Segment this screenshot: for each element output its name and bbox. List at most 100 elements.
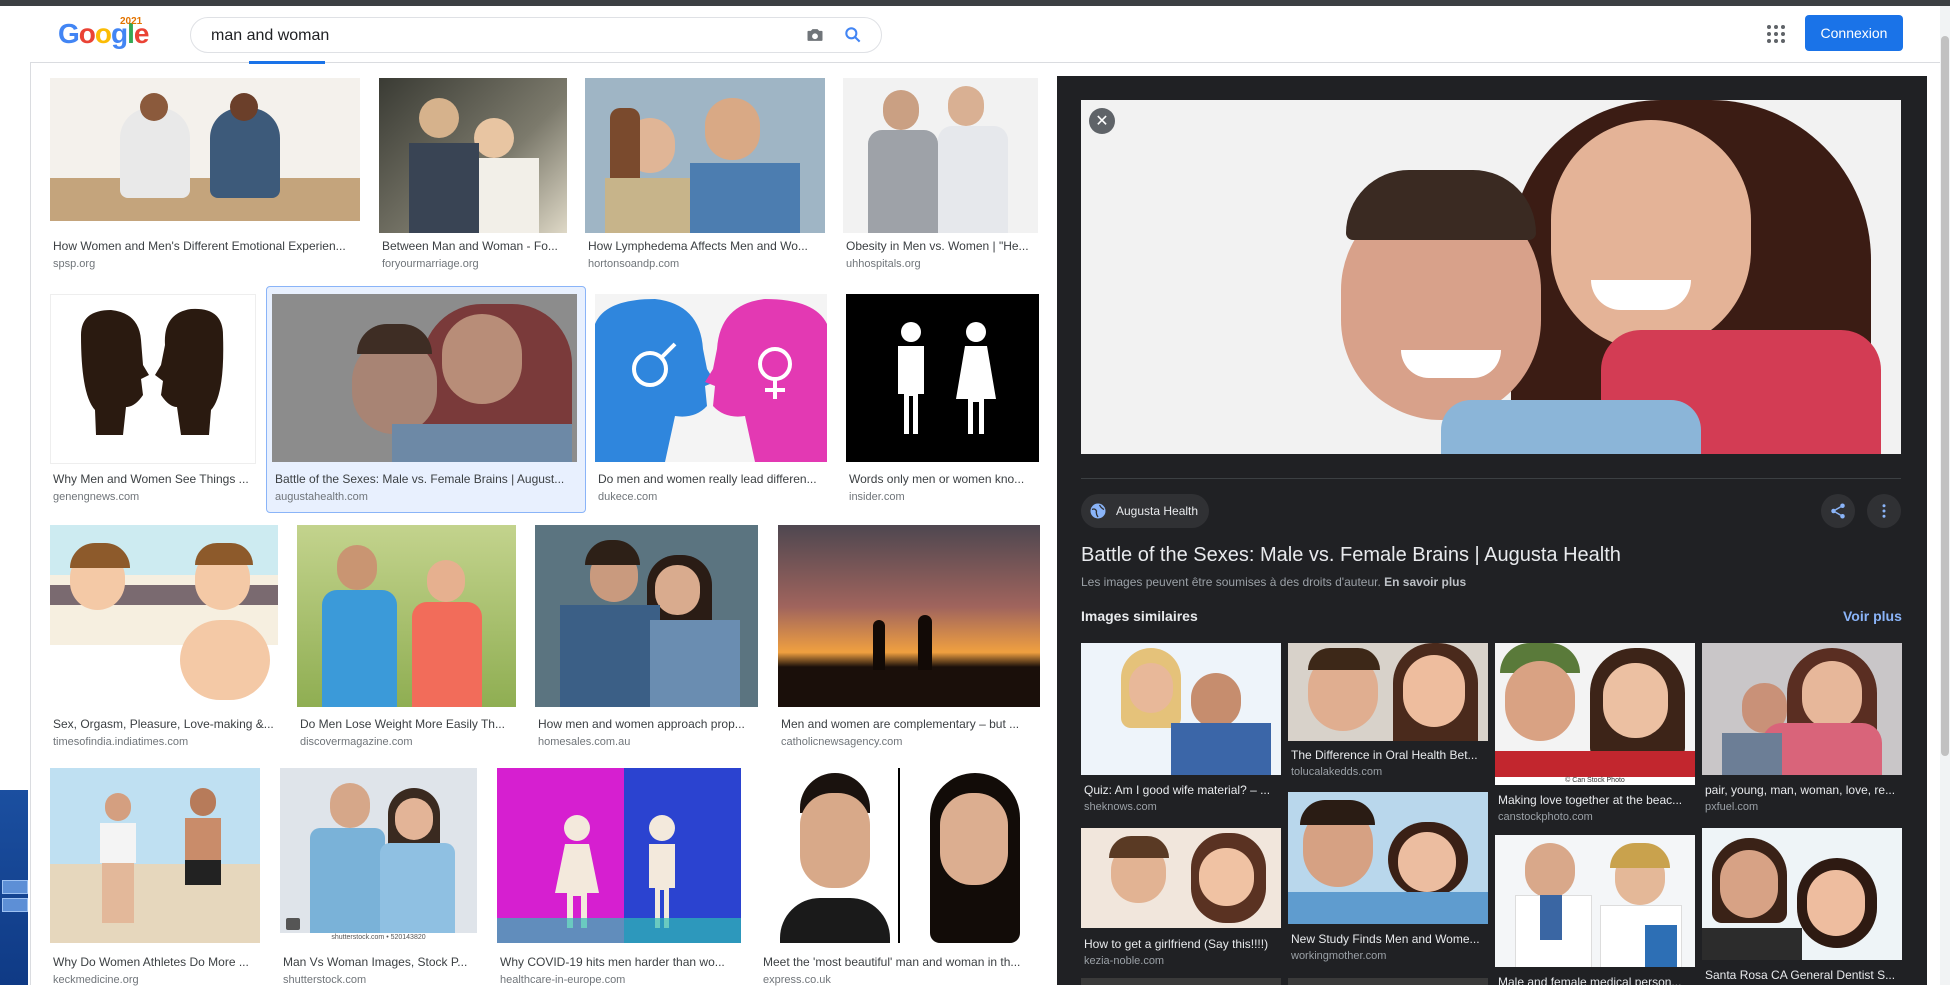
result-source[interactable]: catholicnewsagency.com — [781, 736, 1039, 748]
next-similar-thumbnail[interactable] — [1081, 978, 1281, 985]
result-source[interactable]: foryourmarriage.org — [382, 258, 565, 270]
similar-image-tile[interactable]: pair, young, man, woman, love, re... pxf… — [1702, 643, 1902, 813]
camera-icon[interactable] — [805, 25, 825, 45]
similar-thumbnail[interactable] — [1081, 828, 1281, 928]
similar-thumbnail[interactable] — [1288, 643, 1488, 741]
result-tile[interactable]: shutterstock.com • 520143820 Man Vs Woma… — [280, 768, 477, 986]
result-tile[interactable]: Why COVID-19 hits men harder than wo... … — [497, 768, 741, 986]
preview-title[interactable]: Battle of the Sexes: Male vs. Female Bra… — [1081, 544, 1621, 567]
result-tile[interactable]: How men and women approach prop... homes… — [535, 525, 758, 748]
result-source[interactable]: shutterstock.com — [283, 974, 476, 986]
similar-thumbnail[interactable] — [1495, 835, 1695, 967]
similar-title[interactable]: Quiz: Am I good wife material? – ... — [1084, 783, 1280, 797]
result-source[interactable]: healthcare-in-europe.com — [500, 974, 740, 986]
similar-thumbnail[interactable] — [1081, 643, 1281, 775]
search-box[interactable]: man and woman — [190, 17, 882, 53]
similar-title[interactable]: Male and female medical person... — [1498, 975, 1694, 985]
see-more-link[interactable]: Voir plus — [1843, 608, 1902, 624]
result-title[interactable]: Between Man and Woman - Fo... — [382, 239, 565, 253]
result-title[interactable]: Why Do Women Athletes Do More ... — [53, 955, 258, 969]
result-tile[interactable]: Obesity in Men vs. Women | "He... uhhosp… — [843, 78, 1038, 278]
similar-source[interactable]: tolucalakedds.com — [1291, 766, 1487, 778]
result-source[interactable]: dukece.com — [598, 491, 826, 503]
result-title[interactable]: How Women and Men's Different Emotional … — [53, 239, 358, 253]
result-title[interactable]: Meet the 'most beautiful' man and woman … — [763, 955, 1039, 969]
similar-thumbnail[interactable] — [1702, 643, 1902, 775]
result-tile[interactable]: Words only men or women kno... insider.c… — [846, 294, 1039, 504]
similar-image-tile[interactable]: Quiz: Am I good wife material? – ... she… — [1081, 643, 1281, 813]
result-title[interactable]: Sex, Orgasm, Pleasure, Love-making &... — [53, 717, 277, 731]
result-tile[interactable]: Do men and women really lead differen...… — [595, 294, 827, 504]
result-source[interactable]: homesales.com.au — [538, 736, 757, 748]
apps-grid-icon[interactable] — [1764, 22, 1788, 46]
similar-title[interactable]: New Study Finds Men and Wome... — [1291, 932, 1487, 946]
source-site-name[interactable]: Augusta Health — [1116, 504, 1198, 518]
result-source[interactable]: keckmedicine.org — [53, 974, 258, 986]
result-tile[interactable]: Sex, Orgasm, Pleasure, Love-making &... … — [50, 525, 278, 748]
result-source[interactable]: insider.com — [849, 491, 1037, 503]
similar-title[interactable]: How to get a girlfriend (Say this!!!!) — [1084, 937, 1280, 951]
result-title[interactable]: Words only men or women kno... — [849, 472, 1037, 486]
share-button[interactable] — [1821, 494, 1855, 528]
page-scrollbar[interactable] — [1940, 6, 1950, 985]
result-tile[interactable]: Between Man and Woman - Fo... foryourmar… — [379, 78, 567, 278]
similar-image-tile[interactable]: The Difference in Oral Health Bet... tol… — [1288, 643, 1488, 783]
result-thumbnail[interactable] — [50, 294, 256, 464]
result-thumbnail[interactable] — [760, 768, 1040, 943]
search-icon[interactable] — [843, 25, 863, 45]
taskbar-item[interactable] — [2, 880, 28, 894]
result-title[interactable]: Do men and women really lead differen... — [598, 472, 826, 486]
result-source[interactable]: uhhospitals.org — [846, 258, 1036, 270]
result-title[interactable]: Why Men and Women See Things ... — [53, 472, 253, 486]
result-source[interactable]: spsp.org — [53, 258, 358, 270]
result-title[interactable]: Why COVID-19 hits men harder than wo... — [500, 955, 740, 969]
result-title[interactable]: Do Men Lose Weight More Easily Th... — [300, 717, 515, 731]
similar-source[interactable]: sheknows.com — [1084, 801, 1280, 813]
result-thumbnail[interactable] — [272, 294, 577, 462]
result-thumbnail[interactable]: shutterstock.com • 520143820 — [280, 768, 477, 943]
result-source[interactable]: timesofindia.indiatimes.com — [53, 736, 277, 748]
scrollbar-thumb[interactable] — [1941, 36, 1949, 756]
result-source[interactable]: discovermagazine.com — [300, 736, 515, 748]
result-thumbnail[interactable] — [497, 768, 741, 943]
similar-image-tile[interactable]: How to get a girlfriend (Say this!!!!) k… — [1081, 828, 1281, 985]
next-similar-thumbnail[interactable] — [1288, 978, 1488, 985]
result-thumbnail[interactable] — [535, 525, 758, 707]
google-logo[interactable]: Google 2021 — [58, 16, 149, 58]
similar-title[interactable]: Santa Rosa CA General Dentist S... — [1705, 968, 1901, 985]
similar-thumbnail[interactable] — [1288, 792, 1488, 924]
result-title[interactable]: Battle of the Sexes: Male vs. Female Bra… — [275, 472, 575, 486]
source-site-chip[interactable]: Augusta Health — [1081, 494, 1209, 528]
similar-source[interactable]: pxfuel.com — [1705, 801, 1901, 813]
similar-image-tile[interactable]: © Can Stock Photo Making love together a… — [1495, 643, 1695, 823]
similar-image-tile[interactable]: New Study Finds Men and Wome... workingm… — [1288, 792, 1488, 985]
result-title[interactable]: Men and women are complementary – but ..… — [781, 717, 1039, 731]
result-thumbnail[interactable] — [843, 78, 1038, 233]
result-tile[interactable]: How Lymphedema Affects Men and Wo... hor… — [585, 78, 825, 278]
similar-thumbnail[interactable]: © Can Stock Photo — [1495, 643, 1695, 785]
similar-image-tile[interactable]: Male and female medical person... — [1495, 835, 1695, 985]
result-thumbnail[interactable] — [595, 294, 827, 462]
result-source[interactable]: express.co.uk — [763, 974, 1039, 986]
similar-title[interactable]: Making love together at the beac... — [1498, 793, 1694, 807]
similar-source[interactable]: workingmother.com — [1291, 950, 1487, 962]
result-source[interactable]: genengnews.com — [53, 491, 253, 503]
result-tile[interactable]: How Women and Men's Different Emotional … — [50, 78, 360, 278]
result-source[interactable]: hortonsoandp.com — [588, 258, 823, 270]
result-thumbnail[interactable] — [379, 78, 567, 233]
result-tile[interactable]: Meet the 'most beautiful' man and woman … — [760, 768, 1040, 986]
result-title[interactable]: How men and women approach prop... — [538, 717, 757, 731]
similar-source[interactable]: canstockphoto.com — [1498, 811, 1694, 823]
learn-more-link[interactable]: En savoir plus — [1384, 575, 1466, 589]
preview-image[interactable] — [1081, 100, 1901, 454]
result-thumbnail[interactable] — [50, 768, 260, 943]
more-options-button[interactable] — [1867, 494, 1901, 528]
search-input[interactable]: man and woman — [211, 27, 329, 45]
result-tile[interactable]: Why Do Women Athletes Do More ... keckme… — [50, 768, 260, 986]
login-button[interactable]: Connexion — [1805, 15, 1903, 51]
similar-image-tile[interactable]: Santa Rosa CA General Dentist S... — [1702, 828, 1902, 985]
result-thumbnail[interactable] — [585, 78, 825, 233]
similar-source[interactable]: kezia-noble.com — [1084, 955, 1280, 967]
result-title[interactable]: How Lymphedema Affects Men and Wo... — [588, 239, 823, 253]
result-title[interactable]: Obesity in Men vs. Women | "He... — [846, 239, 1036, 253]
